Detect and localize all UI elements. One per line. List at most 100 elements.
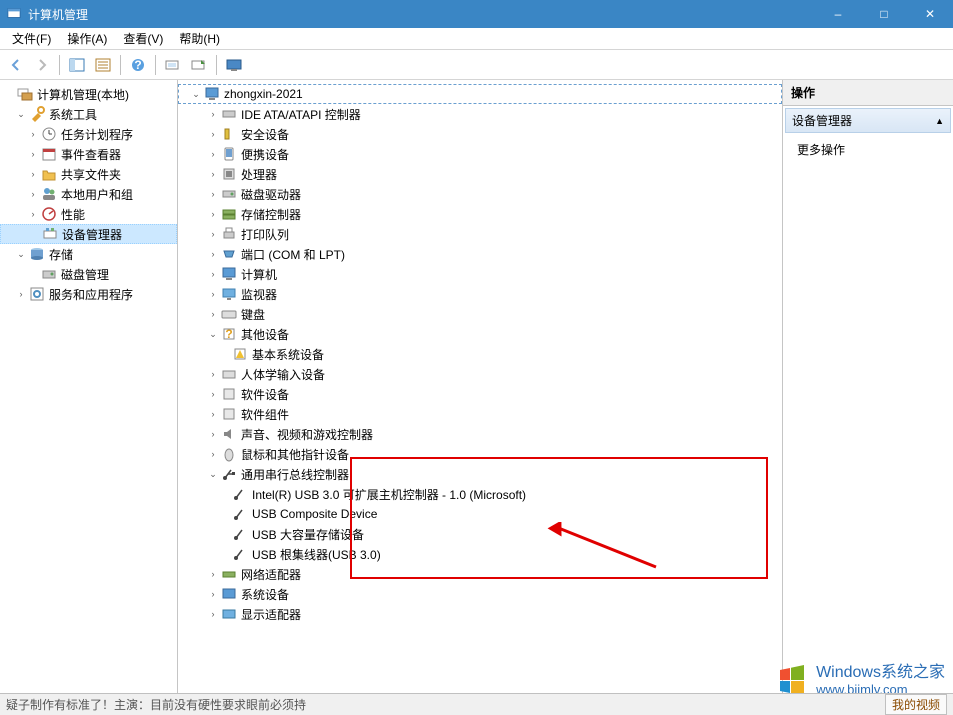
tree-node-storagectrl[interactable]: ›存储控制器 (178, 204, 782, 224)
tree-label: 显示适配器 (241, 606, 301, 623)
expander-icon[interactable]: › (206, 107, 220, 121)
tree-node-hid[interactable]: ›人体学输入设备 (178, 364, 782, 384)
tree-node-software-dev[interactable]: ›软件设备 (178, 384, 782, 404)
expander-icon[interactable]: › (206, 387, 220, 401)
expander-icon[interactable]: › (26, 127, 40, 141)
tree-node-audio[interactable]: ›声音、视频和游戏控制器 (178, 424, 782, 444)
expander-icon[interactable]: › (206, 147, 220, 161)
hid-icon (221, 366, 237, 382)
expander-icon[interactable]: › (206, 587, 220, 601)
expander-icon[interactable]: ⌄ (206, 327, 220, 341)
expander-icon[interactable]: › (206, 367, 220, 381)
tree-node-network[interactable]: ›网络适配器 (178, 564, 782, 584)
forward-button[interactable] (30, 53, 54, 77)
tree-node-usb-mass-storage[interactable]: USB 大容量存储设备 (178, 524, 782, 544)
tree-node-software-comp[interactable]: ›软件组件 (178, 404, 782, 424)
minimize-button[interactable]: – (815, 0, 861, 28)
tree-node-keyboard[interactable]: ›键盘 (178, 304, 782, 324)
expander-icon[interactable]: ⌄ (14, 247, 28, 261)
tree-node-usb-intel[interactable]: Intel(R) USB 3.0 可扩展主机控制器 - 1.0 (Microso… (178, 484, 782, 504)
tree-node-task-scheduler[interactable]: › 任务计划程序 (0, 124, 177, 144)
tree-node-services-apps[interactable]: › 服务和应用程序 (0, 284, 177, 304)
back-button[interactable] (4, 53, 28, 77)
tree-node-device-manager[interactable]: › 设备管理器 (0, 224, 177, 244)
tree-node-printqueue[interactable]: ›打印队列 (178, 224, 782, 244)
expander-icon[interactable]: › (206, 267, 220, 281)
tree-node-computer-root[interactable]: ⌄ zhongxin-2021 (178, 84, 782, 104)
expander-icon[interactable]: › (206, 427, 220, 441)
workspace: ▷ 计算机管理(本地) ⌄ 系统工具 › 任务计划程序 › 事件查看器 (0, 80, 953, 715)
tree-node-usb-composite[interactable]: USB Composite Device (178, 504, 782, 524)
tree-node-monitor[interactable]: ›监视器 (178, 284, 782, 304)
keyboard-icon (221, 306, 237, 322)
tree-node-event-viewer[interactable]: › 事件查看器 (0, 144, 177, 164)
tree-node-system-tools[interactable]: ⌄ 系统工具 (0, 104, 177, 124)
expander-icon[interactable]: › (206, 287, 220, 301)
tree-node-other-child[interactable]: 基本系统设备 (178, 344, 782, 364)
scan-hardware-button[interactable] (161, 53, 185, 77)
tree-node-portable[interactable]: ›便携设备 (178, 144, 782, 164)
expander-icon[interactable]: › (206, 607, 220, 621)
tree-node-display[interactable]: › 显示适配器 (178, 604, 782, 624)
expander-icon[interactable]: › (206, 187, 220, 201)
tree-node-shared-folders[interactable]: › 共享文件夹 (0, 164, 177, 184)
menu-action[interactable]: 操作(A) (59, 28, 115, 49)
tree-node-security[interactable]: ›安全设备 (178, 124, 782, 144)
tree-node-system-dev[interactable]: ›系统设备 (178, 584, 782, 604)
expander-icon[interactable]: › (206, 127, 220, 141)
tree-label: 本地用户和组 (61, 186, 133, 203)
monitor-button[interactable] (222, 53, 246, 77)
expander-icon[interactable]: ⌄ (189, 87, 203, 101)
actions-section[interactable]: 设备管理器 ▲ (785, 108, 951, 133)
cpu-icon (221, 166, 237, 182)
usb-device-icon (232, 506, 248, 522)
tree-label: 磁盘管理 (61, 266, 109, 283)
tree-node-diskdrive[interactable]: ›磁盘驱动器 (178, 184, 782, 204)
menu-view[interactable]: 查看(V) (115, 28, 171, 49)
expander-icon[interactable]: › (26, 187, 40, 201)
bottom-tab[interactable]: 我的视频 (885, 694, 947, 715)
center-pane[interactable]: ⌄ zhongxin-2021 ›IDE ATA/ATAPI 控制器 ›安全设备… (178, 80, 783, 715)
show-hide-tree-button[interactable] (65, 53, 89, 77)
tree-node-ide[interactable]: ›IDE ATA/ATAPI 控制器 (178, 104, 782, 124)
toolbar-separator (216, 55, 217, 75)
expander-icon[interactable]: › (206, 567, 220, 581)
more-actions[interactable]: 更多操作 (783, 135, 953, 164)
expander-icon[interactable]: › (206, 207, 220, 221)
tree-node-cpu[interactable]: ›处理器 (178, 164, 782, 184)
expander-icon[interactable]: › (14, 287, 28, 301)
tree-node-performance[interactable]: › 性能 (0, 204, 177, 224)
expander-icon[interactable]: › (206, 447, 220, 461)
maximize-button[interactable]: □ (861, 0, 907, 28)
tree-node-ports[interactable]: ›端口 (COM 和 LPT) (178, 244, 782, 264)
tree-node-mouse[interactable]: ›鼠标和其他指针设备 (178, 444, 782, 464)
tree-node-root[interactable]: ▷ 计算机管理(本地) (0, 84, 177, 104)
properties-button[interactable] (91, 53, 115, 77)
refresh-button[interactable] (187, 53, 211, 77)
titlebar: 计算机管理 – □ ✕ (0, 0, 953, 28)
expander-icon[interactable]: ⌄ (14, 107, 28, 121)
expander-icon[interactable]: › (206, 167, 220, 181)
tree-node-disk-mgmt[interactable]: › 磁盘管理 (0, 264, 177, 284)
expander-icon[interactable]: › (206, 227, 220, 241)
tree-node-usb[interactable]: ⌄通用串行总线控制器 (178, 464, 782, 484)
tree-node-usb-root-hub[interactable]: USB 根集线器(USB 3.0) (178, 544, 782, 564)
expander-icon[interactable]: ⌄ (206, 467, 220, 481)
expander-icon[interactable]: › (206, 247, 220, 261)
expander-icon[interactable]: › (206, 307, 220, 321)
chevron-up-icon: ▲ (935, 116, 944, 126)
tree-node-storage[interactable]: ⌄ 存储 (0, 244, 177, 264)
menu-help[interactable]: 帮助(H) (171, 28, 228, 49)
expander-icon[interactable]: › (206, 407, 220, 421)
expander-icon[interactable]: › (26, 147, 40, 161)
tree-node-local-users[interactable]: › 本地用户和组 (0, 184, 177, 204)
tree-node-other[interactable]: ⌄?其他设备 (178, 324, 782, 344)
left-tree: ▷ 计算机管理(本地) ⌄ 系统工具 › 任务计划程序 › 事件查看器 (0, 84, 177, 304)
menu-file[interactable]: 文件(F) (4, 28, 59, 49)
expander-icon[interactable]: › (26, 207, 40, 221)
expander-icon[interactable]: › (26, 167, 40, 181)
help-button[interactable]: ? (126, 53, 150, 77)
left-pane[interactable]: ▷ 计算机管理(本地) ⌄ 系统工具 › 任务计划程序 › 事件查看器 (0, 80, 178, 715)
close-button[interactable]: ✕ (907, 0, 953, 28)
tree-node-computer[interactable]: ›计算机 (178, 264, 782, 284)
